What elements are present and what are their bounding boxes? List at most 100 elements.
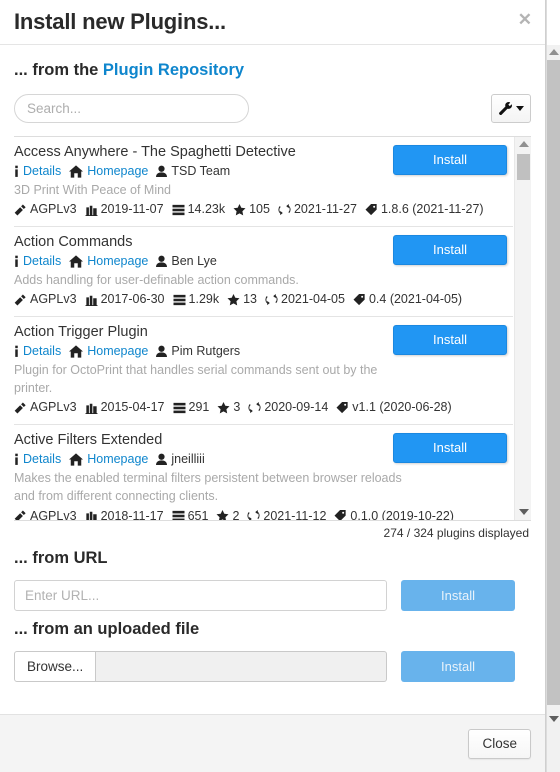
close-icon[interactable]: ✕ [518,11,532,28]
install-button[interactable]: Install [393,144,507,175]
plugin-author: Pim Rutgers [171,344,241,359]
plugin-published-date: 2018-11-17 [100,508,164,520]
user-icon [156,165,168,178]
repository-section-heading: ... from the Plugin Repository [14,61,531,81]
plugin-meta: AGPLv3 2017-06-30 1.29k 13 2021-04-05 0.… [14,291,513,309]
plugin-updated-date: 2021-11-27 [293,202,357,217]
sync-icon [247,510,260,520]
scrollbar-thumb[interactable] [517,153,530,180]
plugin-description: Makes the enabled terminal filters persi… [14,471,402,504]
star-icon [227,294,240,306]
tag-icon [336,402,349,414]
user-icon [156,255,168,268]
plugin-list-container: Access Anywhere - The Spaghetti Detectiv… [14,135,531,521]
plugin-published-date: 2017-06-30 [100,292,165,307]
scroll-up-icon[interactable] [515,137,531,152]
plugins-displayed-count: 274 / 324 plugins displayed [383,525,529,540]
calendar-icon [85,510,98,520]
plugin-published-date: 2019-11-07 [100,202,164,217]
list-item: Active Filters Extended Details Homepage… [14,425,513,520]
plugin-downloads: 291 [188,400,210,415]
home-icon [69,345,84,358]
browse-button[interactable]: Browse... [14,650,97,682]
wrench-icon [498,101,513,116]
star-icon [233,204,246,216]
modal-header: Install new Plugins... ✕ [0,0,545,45]
plugin-homepage-link[interactable]: Homepage [87,452,148,466]
sync-icon [265,294,278,306]
selected-file-name [96,650,387,682]
plugin-version: 0.1.0 (2019-10-22) [350,508,454,520]
plugin-details-link[interactable]: Details [23,452,61,466]
install-from-url-button[interactable]: Install [401,579,515,611]
plugin-downloads: 14.23k [187,202,226,217]
plugin-homepage-link[interactable]: Homepage [87,344,148,358]
license-icon [14,294,27,306]
plugin-details-link[interactable]: Details [23,164,61,178]
install-plugins-modal: Install new Plugins... ✕ ... from the Pl… [0,0,546,772]
scroll-down-icon[interactable] [515,505,531,520]
close-button[interactable]: Close [468,728,531,759]
plugin-updated-date: 2021-11-12 [263,508,327,520]
sync-icon [248,402,261,414]
plugin-license: AGPLv3 [30,292,77,307]
plugin-meta: AGPLv3 2015-04-17 291 3 2020-09-14 v1.1 … [14,399,513,417]
plugin-details-link[interactable]: Details [23,254,61,268]
page-scrollbar-thumb[interactable] [547,60,560,705]
page-scrollbar[interactable] [546,0,560,772]
info-icon [14,165,19,178]
tag-icon [353,294,366,306]
plugin-version: v1.1 (2020-06-28) [352,400,452,415]
search-input[interactable] [14,93,249,123]
info-icon [14,345,19,358]
plugin-updated-date: 2020-09-14 [264,400,329,415]
plugin-stars: 13 [243,292,258,307]
plugin-stars: 105 [249,202,270,217]
scrollbar-spacer [547,0,560,45]
modal-body: ... from the Plugin Repository Access An… [0,45,545,714]
plugin-license: AGPLv3 [30,400,77,415]
plugin-downloads: 651 [187,508,209,520]
plugin-license: AGPLv3 [30,202,77,217]
search-row [14,93,531,123]
list-item: Action Commands Details Homepage Ben Lye… [14,227,513,317]
license-icon [14,402,27,414]
user-icon [156,453,168,466]
plugin-repository-link[interactable]: Plugin Repository [103,61,244,79]
home-icon [69,165,84,178]
plugin-description: Adds handling for user-definable action … [14,273,299,288]
install-from-file-button[interactable]: Install [401,650,515,682]
list-item: Access Anywhere - The Spaghetti Detectiv… [14,137,513,227]
plugin-list: Access Anywhere - The Spaghetti Detectiv… [14,137,513,520]
caret-down-icon [516,105,524,111]
plugin-author: jneilliii [171,452,205,467]
install-button[interactable]: Install [393,324,507,355]
plugin-homepage-link[interactable]: Homepage [87,254,148,268]
page-scroll-up-icon[interactable] [547,45,560,59]
plugin-version: 0.4 (2021-04-05) [368,292,463,307]
install-button[interactable]: Install [393,432,507,463]
home-icon [69,255,84,268]
user-icon [156,345,168,358]
page-scroll-down-icon[interactable] [547,712,560,726]
page-title: Install new Plugins... [14,9,226,34]
plugin-stars: 3 [233,400,241,415]
url-input[interactable] [14,579,387,611]
calendar-icon [85,402,98,415]
plugin-homepage-link[interactable]: Homepage [87,164,148,178]
sync-icon [278,204,291,216]
plugin-author: TSD Team [171,164,231,179]
info-icon [14,453,19,466]
file-picker[interactable]: Browse... [14,650,387,682]
plugin-details-link[interactable]: Details [23,344,61,358]
install-button[interactable]: Install [393,234,507,265]
plugin-license: AGPLv3 [30,508,77,520]
from-url-heading: ... from URL [14,548,108,567]
repository-options-button[interactable] [491,93,531,123]
star-icon [216,510,229,520]
plugin-list-scrollbar[interactable] [514,136,531,520]
downloads-icon [173,294,186,306]
downloads-icon [172,510,185,520]
info-icon [14,255,19,268]
star-icon [217,402,230,414]
